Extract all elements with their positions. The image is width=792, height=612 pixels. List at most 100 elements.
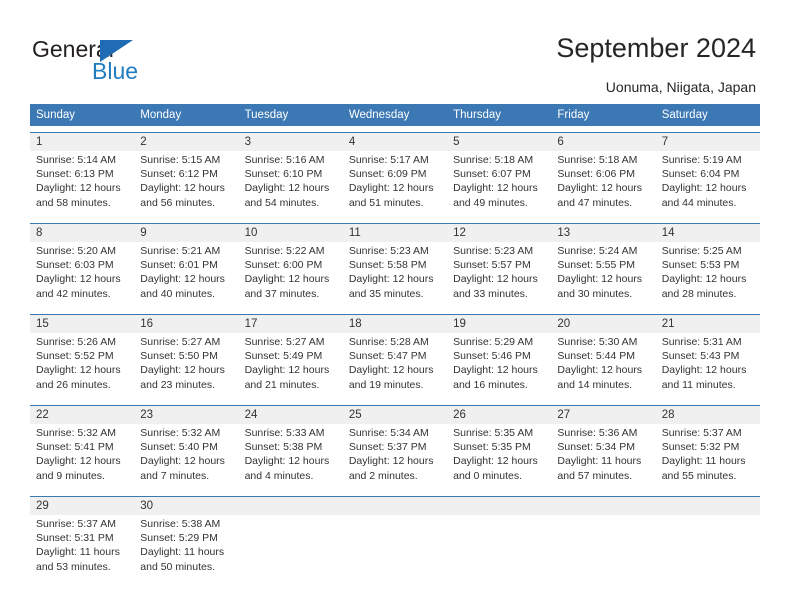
sunset-text: Sunset: 5:52 PM [36, 350, 114, 363]
daylight-text-1: Daylight: 12 hours [140, 364, 225, 377]
day-number[interactable]: 1 [30, 133, 134, 151]
daylight-text-2: and 50 minutes. [140, 560, 215, 573]
day-number[interactable]: 11 [343, 224, 447, 242]
sunrise-text: Sunrise: 5:18 AM [557, 154, 638, 166]
day-cell[interactable]: Sunrise: 5:34 AM Sunset: 5:37 PM Dayligh… [343, 424, 447, 490]
day-number[interactable]: 14 [656, 224, 760, 242]
brand-logo[interactable]: General Blue [32, 36, 222, 86]
daylight-text-1: Daylight: 12 hours [244, 455, 330, 468]
day-cell[interactable]: Sunrise: 5:20 AM Sunset: 6:03 PM Dayligh… [30, 242, 134, 308]
weekday-header-tuesday: Tuesday [244, 109, 289, 121]
day-cell[interactable]: Sunrise: 5:19 AM Sunset: 6:04 PM Dayligh… [656, 151, 760, 217]
sunrise-text: Sunrise: 5:23 AM [453, 245, 534, 257]
daylight-text-2: and 7 minutes. [140, 469, 210, 482]
day-number[interactable]: 30 [134, 497, 238, 515]
sunrise-text: Sunrise: 5:34 AM [348, 427, 429, 439]
daylight-text-1: Daylight: 12 hours [557, 273, 643, 286]
day-cell[interactable]: Sunrise: 5:29 AM Sunset: 5:46 PM Dayligh… [447, 333, 551, 399]
day-number[interactable]: 21 [656, 315, 760, 333]
sunrise-text: Sunrise: 5:17 AM [348, 154, 429, 166]
day-cell[interactable]: Sunrise: 5:27 AM Sunset: 5:50 PM Dayligh… [134, 333, 238, 399]
day-number[interactable]: 3 [239, 133, 343, 151]
daylight-text-2: and 30 minutes. [557, 287, 633, 300]
day-number[interactable]: 25 [343, 406, 447, 424]
day-number[interactable]: 23 [134, 406, 238, 424]
sunrise-text: Sunrise: 5:37 AM [661, 427, 742, 439]
weekday-header-saturday: Saturday [661, 109, 708, 121]
day-number[interactable]: 19 [447, 315, 551, 333]
day-number[interactable]: 26 [447, 406, 551, 424]
daylight-text-2: and 40 minutes. [140, 287, 215, 300]
sunset-text: Sunset: 5:37 PM [348, 441, 427, 454]
day-cell[interactable]: Sunrise: 5:37 AM Sunset: 5:32 PM Dayligh… [656, 424, 760, 490]
day-number[interactable]: 4 [343, 133, 447, 151]
day-cell[interactable]: Sunrise: 5:21 AM Sunset: 6:01 PM Dayligh… [134, 242, 238, 308]
day-number[interactable]: 15 [30, 315, 134, 333]
day-cell[interactable]: Sunrise: 5:15 AM Sunset: 6:12 PM Dayligh… [134, 151, 238, 217]
sunrise-text: Sunrise: 5:24 AM [557, 245, 638, 257]
calendar-week-row: 8 9 10 11 12 13 14 Sunrise: 5:20 AM Suns… [30, 223, 760, 308]
day-number[interactable]: 27 [551, 406, 655, 424]
day-cell[interactable]: Sunrise: 5:27 AM Sunset: 5:49 PM Dayligh… [239, 333, 343, 399]
day-cell[interactable]: Sunrise: 5:26 AM Sunset: 5:52 PM Dayligh… [30, 333, 134, 399]
day-cell[interactable]: Sunrise: 5:22 AM Sunset: 6:00 PM Dayligh… [239, 242, 343, 308]
week-daynumber-band: 1 2 3 4 5 6 7 [30, 133, 760, 151]
day-cell[interactable]: Sunrise: 5:32 AM Sunset: 5:41 PM Dayligh… [30, 424, 134, 490]
day-number[interactable]: 17 [239, 315, 343, 333]
day-number[interactable]: 22 [30, 406, 134, 424]
day-cell[interactable]: Sunrise: 5:24 AM Sunset: 5:55 PM Dayligh… [551, 242, 655, 308]
daylight-text-2: and 9 minutes. [36, 469, 105, 482]
sunset-text: Sunset: 6:10 PM [244, 168, 323, 181]
daylight-text-1: Daylight: 11 hours [557, 455, 642, 468]
day-number[interactable]: 7 [656, 133, 760, 151]
sunrise-text: Sunrise: 5:27 AM [244, 336, 325, 348]
day-cell[interactable]: Sunrise: 5:35 AM Sunset: 5:35 PM Dayligh… [447, 424, 551, 490]
daylight-text-1: Daylight: 12 hours [348, 364, 434, 377]
day-number[interactable]: 29 [30, 497, 134, 515]
day-cell[interactable]: Sunrise: 5:32 AM Sunset: 5:40 PM Dayligh… [134, 424, 238, 490]
day-number[interactable]: 13 [551, 224, 655, 242]
day-number[interactable]: 9 [134, 224, 238, 242]
weekday-header-row: Sunday Monday Tuesday Wednesday Thursday… [30, 104, 760, 126]
day-cell[interactable]: Sunrise: 5:17 AM Sunset: 6:09 PM Dayligh… [343, 151, 447, 217]
weekday-header-wednesday: Wednesday [348, 109, 410, 121]
day-number[interactable]: 6 [551, 133, 655, 151]
day-number[interactable]: 20 [551, 315, 655, 333]
sunrise-text: Sunrise: 5:29 AM [453, 336, 534, 348]
day-number[interactable]: 8 [30, 224, 134, 242]
day-cell[interactable]: Sunrise: 5:16 AM Sunset: 6:10 PM Dayligh… [239, 151, 343, 217]
week-detail-band: Sunrise: 5:20 AM Sunset: 6:03 PM Dayligh… [30, 242, 760, 308]
day-number[interactable]: 28 [656, 406, 760, 424]
day-cell[interactable]: Sunrise: 5:23 AM Sunset: 5:58 PM Dayligh… [343, 242, 447, 308]
day-cell[interactable]: Sunrise: 5:28 AM Sunset: 5:47 PM Dayligh… [343, 333, 447, 399]
daylight-text-1: Daylight: 11 hours [661, 455, 746, 468]
day-number[interactable]: 18 [343, 315, 447, 333]
day-number[interactable]: 2 [134, 133, 238, 151]
day-cell[interactable]: Sunrise: 5:30 AM Sunset: 5:44 PM Dayligh… [551, 333, 655, 399]
day-number[interactable]: 12 [447, 224, 551, 242]
page-subtitle: Uonuma, Niigata, Japan [605, 79, 756, 95]
day-cell[interactable]: Sunrise: 5:37 AM Sunset: 5:31 PM Dayligh… [30, 515, 134, 581]
sunset-text: Sunset: 6:03 PM [36, 259, 114, 272]
daylight-text-2: and 33 minutes. [453, 287, 528, 300]
day-cell[interactable]: Sunrise: 5:25 AM Sunset: 5:53 PM Dayligh… [656, 242, 760, 308]
calendar-week-row: 1 2 3 4 5 6 7 Sunrise: 5:14 AM Sunset: 6… [30, 132, 760, 217]
day-cell[interactable]: Sunrise: 5:18 AM Sunset: 6:06 PM Dayligh… [551, 151, 655, 217]
day-cell[interactable]: Sunrise: 5:23 AM Sunset: 5:57 PM Dayligh… [447, 242, 551, 308]
day-cell[interactable]: Sunrise: 5:38 AM Sunset: 5:29 PM Dayligh… [134, 515, 238, 581]
daylight-text-2: and 37 minutes. [244, 287, 320, 300]
day-cell[interactable]: Sunrise: 5:33 AM Sunset: 5:38 PM Dayligh… [239, 424, 343, 490]
sunrise-text: Sunrise: 5:22 AM [244, 245, 325, 257]
sunrise-text: Sunrise: 5:23 AM [348, 245, 429, 257]
day-cell[interactable]: Sunrise: 5:18 AM Sunset: 6:07 PM Dayligh… [447, 151, 551, 217]
day-cell[interactable]: Sunrise: 5:31 AM Sunset: 5:43 PM Dayligh… [656, 333, 760, 399]
daylight-text-2: and 49 minutes. [453, 196, 528, 209]
day-number[interactable]: 10 [239, 224, 343, 242]
day-cell[interactable]: Sunrise: 5:14 AM Sunset: 6:13 PM Dayligh… [30, 151, 134, 217]
day-number[interactable]: 16 [134, 315, 238, 333]
daylight-text-1: Daylight: 12 hours [36, 182, 121, 195]
day-cell[interactable]: Sunrise: 5:36 AM Sunset: 5:34 PM Dayligh… [551, 424, 655, 490]
day-number[interactable]: 5 [447, 133, 551, 151]
daylight-text-2: and 28 minutes. [661, 287, 737, 300]
day-number[interactable]: 24 [239, 406, 343, 424]
